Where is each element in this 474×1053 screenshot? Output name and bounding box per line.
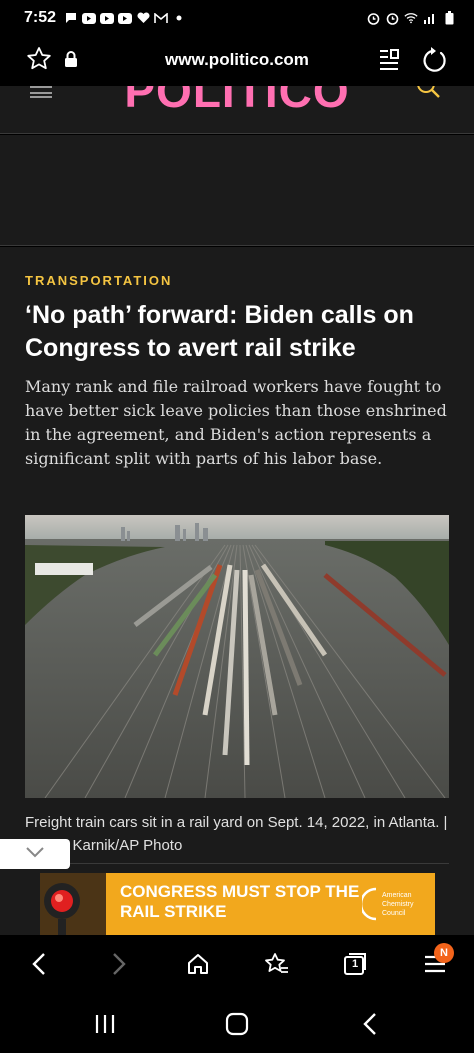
politico-logo[interactable]: POLITICO — [0, 86, 474, 118]
heart-icon — [136, 12, 150, 24]
home-icon[interactable] — [183, 949, 213, 979]
chevron-down-icon — [25, 845, 45, 863]
url-bar: www.politico.com — [0, 36, 474, 86]
browser-toolbar: 1 — [0, 935, 474, 995]
railroad-signal-icon — [40, 873, 106, 935]
system-status-icons — [366, 11, 456, 25]
site-header: POLITICO — [0, 86, 474, 134]
ad-slot — [0, 135, 474, 246]
recents-icon[interactable] — [90, 1009, 120, 1039]
wifi-icon — [404, 12, 418, 24]
ad-headline: CONGRESS MUST STOP THE RAIL STRIKE — [120, 882, 360, 921]
tabs-count: 1 — [351, 958, 359, 970]
youtube-icon — [82, 12, 97, 24]
reader-mode-icon[interactable] — [378, 48, 400, 77]
svg-text:Council: Council — [382, 910, 406, 917]
article: TRANSPORTATION ‘No path’ forward: Biden … — [0, 247, 474, 935]
status-time: 7:52 — [24, 9, 57, 26]
ad-banner[interactable]: CONGRESS MUST STOP THE RAIL STRIKE Ameri… — [40, 873, 435, 935]
notification-icons — [64, 12, 186, 24]
reload-icon[interactable] — [422, 46, 448, 79]
divider — [25, 863, 449, 864]
youtube-icon — [100, 12, 115, 24]
forward-icon[interactable] — [104, 949, 134, 979]
alarm-icon — [385, 12, 399, 25]
signal-icon — [423, 12, 437, 24]
alarm-icon — [366, 12, 380, 25]
tabs-icon[interactable]: 1 — [340, 949, 370, 979]
battery-icon — [442, 11, 456, 25]
notification-badge: N — [434, 943, 454, 963]
bookmarks-icon[interactable] — [262, 949, 292, 979]
article-category[interactable]: TRANSPORTATION — [25, 273, 172, 288]
youtube-icon — [118, 12, 133, 24]
home-circle-icon[interactable] — [222, 1009, 252, 1039]
status-bar: 7:52 — [0, 0, 474, 36]
search-icon[interactable] — [416, 86, 444, 107]
article-summary: Many rank and file railroad workers have… — [25, 377, 447, 468]
address-field[interactable]: www.politico.com — [0, 50, 474, 70]
collapse-ad-button[interactable] — [0, 839, 70, 869]
back-icon[interactable] — [24, 949, 54, 979]
system-navigation-bar — [0, 995, 474, 1053]
ad-brand-logo: American Chemistry Council — [359, 885, 432, 925]
svg-text:Chemistry: Chemistry — [382, 901, 414, 908]
system-back-icon[interactable] — [355, 1009, 385, 1039]
dot-icon — [172, 12, 186, 24]
rail-yard-photo — [25, 515, 449, 798]
article-headline: ‘No path’ forward: Biden calls on Congre… — [25, 301, 414, 362]
svg-text:American: American — [382, 892, 412, 899]
gmail-icon — [154, 12, 168, 24]
chat-icon — [64, 12, 78, 24]
photo-caption: Freight train cars sit in a rail yard on… — [25, 814, 448, 854]
